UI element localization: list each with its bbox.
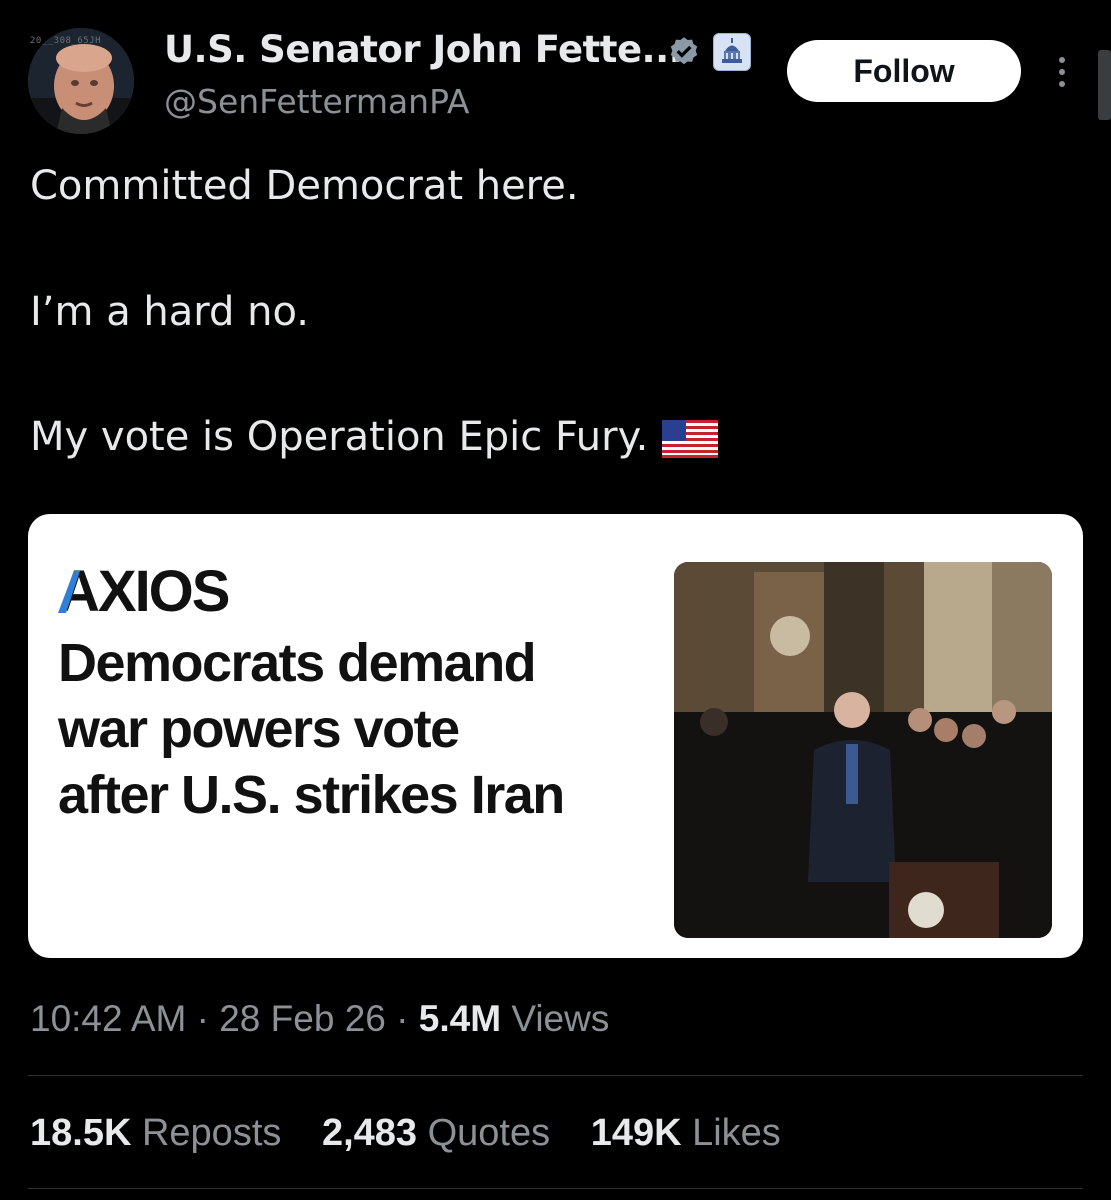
views-count: 5.4M	[418, 998, 502, 1039]
us-flag-icon	[662, 420, 719, 458]
likes-count: 149K	[590, 1112, 682, 1154]
separator: ·	[396, 998, 409, 1039]
quotes-count: 2,483	[321, 1112, 418, 1154]
divider	[28, 1075, 1083, 1076]
scrollbar[interactable]	[1098, 50, 1111, 120]
tweet-text-line: Committed Democrat here.	[30, 163, 579, 209]
separator: ·	[196, 998, 209, 1039]
tweet-text-line: I’m a hard no.	[30, 289, 309, 335]
engagement-stats: 18.5K Reposts 2,483 Quotes 149K Likes	[30, 1112, 811, 1155]
card-photo	[674, 562, 1052, 938]
card-headline-line: war powers vote	[58, 699, 460, 759]
capitol-badge-icon	[713, 33, 751, 71]
reposts-count: 18.5K	[30, 1112, 132, 1154]
likes-stat[interactable]: 149K Likes	[591, 1112, 781, 1155]
divider	[28, 1188, 1083, 1189]
reposts-stat[interactable]: 18.5K Reposts	[30, 1112, 281, 1155]
author-name[interactable]: U.S. Senator John Fette...	[164, 28, 683, 71]
tweet-text: My vote is Operation Epic Fury.	[30, 414, 649, 460]
likes-label: Likes	[692, 1112, 781, 1154]
link-card[interactable]: AXIOS Democrats demand war powers vote a…	[28, 514, 1083, 958]
quotes-label: Quotes	[427, 1112, 551, 1154]
reposts-label: Reposts	[141, 1112, 282, 1154]
verified-badge-icon	[670, 37, 698, 65]
author-handle[interactable]: @SenFettermanPA	[164, 82, 469, 121]
timestamp-time[interactable]: 10:42 AM	[30, 998, 186, 1039]
timestamp-date[interactable]: 28 Feb 26	[219, 998, 386, 1039]
quotes-stat[interactable]: 2,483 Quotes	[322, 1112, 550, 1155]
tweet-header: 20__308_65JH U.S. Senator John Fette... …	[0, 0, 1111, 150]
follow-button[interactable]: Follow	[787, 40, 1021, 102]
tweet-text-line-with-flag: My vote is Operation Epic Fury.	[30, 414, 719, 460]
views-label: Views	[511, 998, 610, 1039]
card-headline-line: Democrats demand	[58, 633, 537, 693]
card-headline-line: after U.S. strikes Iran	[58, 765, 565, 825]
avatar-tag: 20__308_65JH	[30, 36, 102, 46]
axios-logo-mark-icon	[58, 571, 80, 613]
tweet-meta: 10:42 AM · 28 Feb 26 · 5.4M Views	[30, 998, 609, 1040]
more-vertical-icon[interactable]	[1052, 54, 1072, 90]
